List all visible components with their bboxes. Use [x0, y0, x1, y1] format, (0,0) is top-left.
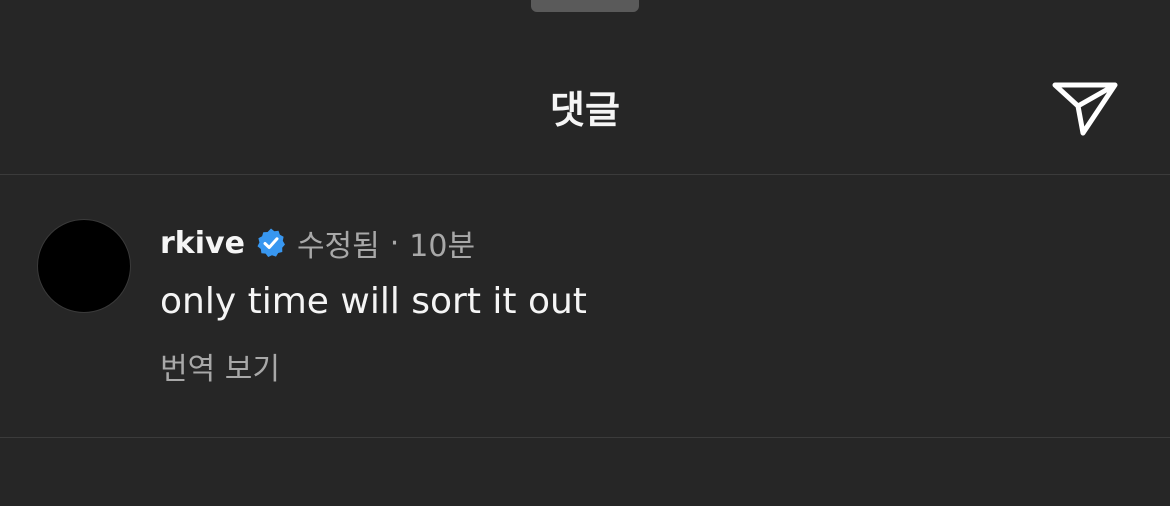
paper-plane-icon: [1052, 82, 1118, 136]
meta-separator: ·: [389, 225, 400, 261]
edited-label: 수정됨: [296, 229, 380, 264]
page-title: 댓글: [550, 88, 620, 132]
see-translation-button[interactable]: 번역 보기: [160, 349, 280, 391]
comment-username[interactable]: rkive: [160, 226, 245, 261]
comment-timestamp: 10분: [409, 229, 476, 264]
share-button[interactable]: [1047, 76, 1123, 142]
comments-header: 댓글: [0, 60, 1170, 160]
comment-divider: [0, 437, 1170, 438]
verified-badge-icon: [255, 227, 287, 259]
sheet-grabber-handle[interactable]: [531, 0, 639, 12]
comment-meta: rkive 수정됨 · 10분: [160, 223, 476, 265]
comment-item: rkive 수정됨 · 10분 only time will sort it o…: [0, 175, 1170, 437]
avatar[interactable]: [37, 219, 131, 313]
comment-text: only time will sort it out: [160, 281, 587, 322]
